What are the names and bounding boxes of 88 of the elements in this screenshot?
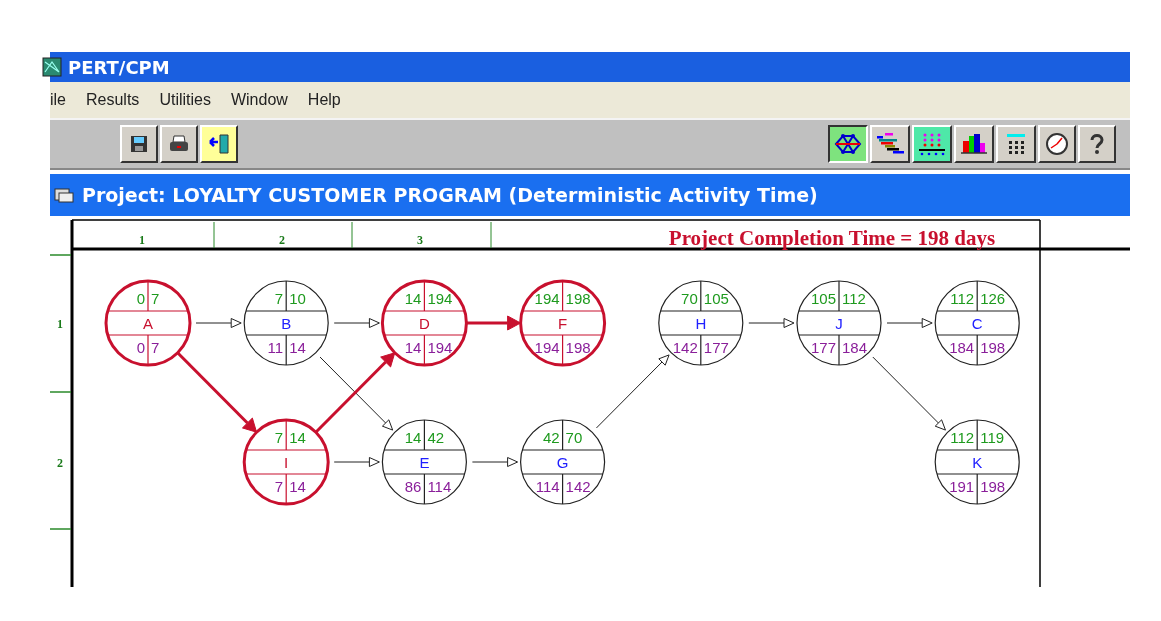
- earliest-finish: 119: [980, 429, 1005, 446]
- earliest-finish: 10: [289, 290, 306, 307]
- row-number: 2: [57, 456, 63, 470]
- earliest-finish: 112: [842, 290, 866, 307]
- activity-label: G: [556, 454, 569, 471]
- latest-finish: 14: [289, 478, 306, 495]
- calculator-view-button[interactable]: [996, 125, 1036, 163]
- earliest-start: 14: [404, 290, 422, 307]
- gantt-view-button[interactable]: [870, 125, 910, 163]
- earliest-start: 7: [274, 429, 284, 446]
- earliest-start: 70: [681, 290, 698, 307]
- earliest-finish: 14: [289, 429, 306, 446]
- activity-label: D: [419, 315, 430, 332]
- earliest-finish: 126: [980, 290, 1006, 307]
- menu-item[interactable]: Utilities: [159, 91, 211, 109]
- latest-start: 11: [267, 339, 284, 356]
- menu-item[interactable]: Help: [307, 91, 341, 109]
- earliest-finish: 194: [427, 290, 453, 307]
- bar-chart-icon: [959, 132, 989, 156]
- latest-finish: 14: [289, 339, 306, 356]
- latest-finish: 194: [427, 339, 453, 356]
- help-view-button[interactable]: [1078, 125, 1116, 163]
- earliest-start: 112: [950, 290, 975, 307]
- earliest-start: 105: [810, 290, 836, 307]
- column-number: 1: [139, 233, 145, 247]
- latest-finish: 114: [427, 478, 452, 495]
- latest-finish: 198: [565, 339, 591, 356]
- column-number: 3: [417, 233, 423, 247]
- earliest-finish: 70: [565, 429, 583, 446]
- latest-start: 194: [534, 339, 560, 356]
- app-icon: [42, 57, 62, 77]
- project-icon: [54, 187, 74, 203]
- printer-icon: [168, 134, 190, 154]
- activity-label: A: [143, 315, 153, 332]
- latest-finish: 177: [703, 339, 729, 356]
- latest-finish: 198: [980, 478, 1006, 495]
- activity-label: E: [419, 454, 430, 471]
- earliest-start: 0: [136, 290, 145, 307]
- window-title: PERT/CPM: [68, 56, 170, 78]
- latest-start: 184: [949, 339, 975, 356]
- activity-label: B: [281, 315, 292, 332]
- activity-label: C: [971, 315, 983, 332]
- completion-time-text: Project Completion Time = 198 days: [668, 226, 996, 250]
- latest-start: 86: [404, 478, 422, 495]
- menu-item[interactable]: Results: [86, 91, 140, 109]
- latest-finish: 184: [842, 339, 868, 356]
- earliest-finish: 42: [427, 429, 445, 446]
- exit-button[interactable]: [200, 125, 238, 163]
- latest-start: 191: [949, 478, 975, 495]
- latest-finish: 142: [565, 478, 591, 495]
- latest-start: 177: [810, 339, 836, 356]
- earliest-start: 7: [274, 290, 284, 307]
- earliest-start: 112: [950, 429, 975, 446]
- dot-grid-icon: [917, 132, 947, 156]
- latest-finish: 7: [151, 339, 160, 356]
- earliest-start: 194: [534, 290, 560, 307]
- gantt-chart-icon: [875, 132, 905, 156]
- bars-view-button[interactable]: [954, 125, 994, 163]
- latest-start: 142: [672, 339, 698, 356]
- latest-start: 7: [274, 478, 284, 495]
- row-number: 1: [57, 317, 63, 331]
- exit-door-icon: [208, 133, 230, 155]
- help-icon: [1089, 133, 1105, 155]
- latest-finish: 198: [980, 339, 1006, 356]
- activity-label: K: [972, 454, 983, 471]
- print-button[interactable]: [160, 125, 198, 163]
- menu-item[interactable]: ile: [50, 91, 66, 109]
- activity-label: I: [284, 454, 289, 471]
- latest-start: 0: [136, 339, 145, 356]
- activity-label: J: [835, 315, 843, 332]
- earliest-start: 14: [404, 429, 422, 446]
- clock-icon: [1045, 132, 1069, 156]
- grid-view-button[interactable]: [912, 125, 952, 163]
- earliest-finish: 198: [565, 290, 591, 307]
- project-title: Project: LOYALTY CUSTOMER PROGRAM (Deterministic Activity Time): [82, 184, 818, 206]
- activity-label: H: [695, 315, 707, 332]
- activity-label: F: [558, 315, 568, 332]
- column-number: 2: [279, 233, 285, 247]
- menu-item[interactable]: Window: [230, 91, 288, 109]
- earliest-finish: 105: [703, 290, 729, 307]
- latest-start: 114: [535, 478, 560, 495]
- latest-start: 14: [404, 339, 422, 356]
- network-view-button[interactable]: [828, 125, 868, 163]
- save-button[interactable]: [120, 125, 158, 163]
- earliest-finish: 7: [151, 290, 160, 307]
- clock-view-button[interactable]: [1038, 125, 1076, 163]
- earliest-start: 42: [542, 429, 560, 446]
- network-icon: [833, 133, 863, 155]
